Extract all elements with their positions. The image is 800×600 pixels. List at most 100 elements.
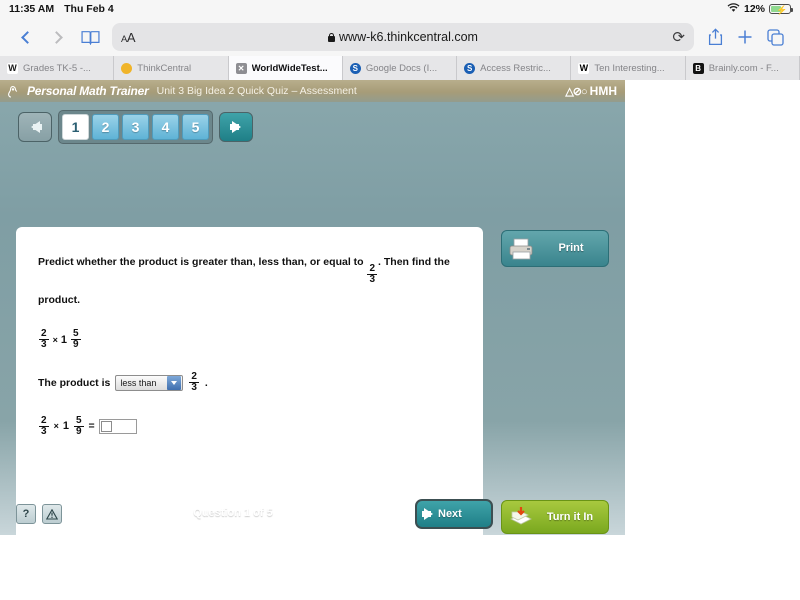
browser-tab[interactable]: ThinkCentral <box>114 56 229 80</box>
question-counter: Question 1 of 5 <box>193 507 273 519</box>
expression-fraction-1: 2 3 <box>39 327 49 351</box>
fraction-numerator: 2 <box>191 371 197 383</box>
page-button-5[interactable]: 5 <box>182 114 209 140</box>
tabs-overview-button[interactable] <box>760 22 790 52</box>
next-button[interactable]: Next <box>415 499 493 529</box>
arrow-left-icon <box>30 121 42 133</box>
next-label: Next <box>438 508 462 520</box>
answer-fraction-1: 2 3 <box>39 414 49 437</box>
page-button-3[interactable]: 3 <box>122 114 149 140</box>
fraction-denominator: 3 <box>367 273 378 285</box>
browser-tab[interactable]: B Brainly.com - F... <box>685 56 800 80</box>
whole-number: 1 <box>60 333 67 346</box>
fraction-denominator: 3 <box>39 339 49 351</box>
chevron-down-icon[interactable] <box>167 375 182 390</box>
browser-tab-active[interactable]: ✕ WorldWideTest... <box>228 56 343 80</box>
reload-icon[interactable]: ⟳ <box>672 30 685 45</box>
tab-bar: W Grades TK-5 -... ThinkCentral ✕ WorldW… <box>0 56 800 80</box>
personal-math-trainer-app: Personal Math Trainer Unit 3 Big Idea 2 … <box>0 80 625 535</box>
url-display: www-k6.thinkcentral.com <box>112 30 694 44</box>
next-question-button[interactable] <box>219 112 253 142</box>
question-card: Predict whether the product is greater t… <box>16 227 483 535</box>
plus-icon <box>738 30 752 44</box>
answer-caret <box>100 420 112 432</box>
print-label: Print <box>558 242 584 255</box>
printer-icon <box>509 238 533 259</box>
fraction-numerator: 5 <box>75 414 82 426</box>
chevron-left-icon <box>21 30 34 44</box>
status-bar-time: 11:35 AM <box>9 3 55 15</box>
arrow-right-icon <box>422 508 433 520</box>
app-brand-title: Personal Math Trainer <box>27 84 149 98</box>
answer-row: 2 3 × 1 5 9 = <box>38 414 461 437</box>
fraction-denominator: 9 <box>73 425 84 437</box>
fraction-denominator: 9 <box>70 339 81 351</box>
orange-dot-icon <box>121 62 133 74</box>
browser-tab[interactable]: S Google Docs (I... <box>342 56 458 80</box>
print-button[interactable]: Print <box>501 230 609 267</box>
page-button-4[interactable]: 4 <box>152 114 179 140</box>
app-header: Personal Math Trainer Unit 3 Big Idea 2 … <box>0 80 625 102</box>
browser-tab[interactable]: W Grades TK-5 -... <box>0 56 115 80</box>
lock-icon <box>328 32 336 42</box>
x-box-icon: ✕ <box>235 62 247 74</box>
page-canvas: Personal Math Trainer Unit 3 Big Idea 2 … <box>0 80 800 600</box>
new-tab-button[interactable] <box>730 22 760 52</box>
equals-sign: = <box>88 420 95 433</box>
fraction-numerator: 5 <box>72 327 79 339</box>
hmh-marks-icon: △⊘○ <box>565 85 587 98</box>
url-text: www-k6.thinkcentral.com <box>339 30 478 44</box>
comparison-dropdown[interactable]: less than <box>115 374 184 391</box>
sentence-period: . <box>204 376 208 389</box>
browser-toolbar: AAAA www-k6.thinkcentral.com ⟳ <box>0 18 800 56</box>
product-comparison-row: The product is less than 2 3 . <box>38 372 461 394</box>
battery-percent: 12% <box>743 3 765 15</box>
fraction-numerator: 2 <box>41 327 47 339</box>
brainly-icon: B <box>692 62 704 74</box>
whole-number: 1 <box>62 420 69 433</box>
tab-label: Ten Interesting... <box>594 62 665 74</box>
book-icon <box>80 30 100 45</box>
math-expression: 2 3 × 1 5 9 <box>38 327 461 351</box>
status-bar-right: 12% ⚡ <box>727 2 793 16</box>
address-bar[interactable]: AAAA www-k6.thinkcentral.com ⟳ <box>112 23 694 51</box>
chevron-right-icon <box>50 30 63 44</box>
back-button[interactable] <box>10 21 42 53</box>
browser-tab[interactable]: S Access Restric... <box>457 56 572 80</box>
prompt-text-part1: Predict whether the product is greater t… <box>38 256 364 268</box>
comparison-fraction: 2 3 <box>189 372 199 393</box>
status-bar-left: 11:35 AM Thu Feb 4 <box>9 3 114 15</box>
fraction-denominator: 3 <box>39 425 49 437</box>
tabs-icon <box>766 28 784 46</box>
dropdown-value: less than <box>120 377 157 388</box>
fraction-numerator: 2 <box>41 414 47 426</box>
battery-charging-icon: ⚡ <box>769 4 793 15</box>
wifi-icon <box>727 2 740 16</box>
expression-fraction-2: 5 9 <box>70 327 81 351</box>
fraction-numerator: 2 <box>369 262 376 274</box>
text-size-button[interactable]: AAAA <box>121 30 136 45</box>
tab-label: ThinkCentral <box>137 62 192 74</box>
share-button[interactable] <box>700 22 730 52</box>
multiply-operator: × <box>53 421 59 432</box>
tab-label: Grades TK-5 -... <box>23 62 91 74</box>
page-number-group: 1 2 3 4 5 <box>58 110 213 144</box>
hmh-text: HMH <box>589 84 617 98</box>
hand-pencil-icon <box>8 85 19 98</box>
ios-status-bar: 11:35 AM Thu Feb 4 12% ⚡ <box>0 0 800 18</box>
share-icon <box>708 28 722 46</box>
app-footer: ? Question 1 of 5 Next <box>0 499 625 535</box>
forward-button[interactable] <box>42 21 74 53</box>
page-button-1[interactable]: 1 <box>62 114 89 140</box>
w-logo-icon: W <box>7 62 18 74</box>
answer-input[interactable] <box>98 418 137 434</box>
s-circle-icon: S <box>349 62 361 74</box>
previous-question-button[interactable] <box>18 112 52 142</box>
page-button-2[interactable]: 2 <box>92 114 119 140</box>
assessment-title: Unit 3 Big Idea 2 Quick Quiz – Assessmen… <box>156 85 357 97</box>
bookmarks-button[interactable] <box>74 21 106 53</box>
prompt-fraction: 2 3 <box>367 262 378 285</box>
fraction-denominator: 3 <box>189 382 199 394</box>
question-navigation: 1 2 3 4 5 <box>0 102 625 144</box>
browser-tab[interactable]: W Ten Interesting... <box>571 56 686 80</box>
